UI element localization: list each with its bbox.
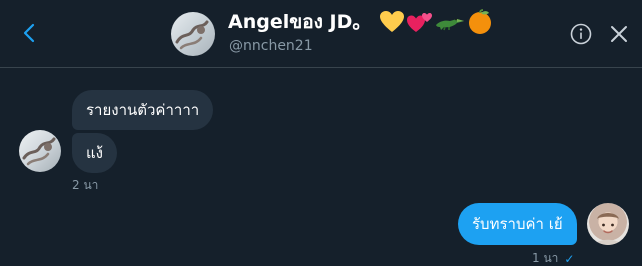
conversation-header: Angelของ JD。 @nnchen21 [0,0,642,68]
avatar-photo [595,213,621,245]
back-button[interactable] [14,18,44,48]
name-emojis [379,9,493,35]
contact-title[interactable]: Angelของ JD。 [228,8,493,36]
contact-name: Angelของ JD。 [228,11,372,33]
yellow-heart-icon [380,11,405,32]
sender-avatar[interactable] [19,130,61,172]
avatar-photo [22,137,56,166]
outgoing-message[interactable]: รับทราบค่า เย้ [458,203,577,245]
tangerine-icon [469,9,492,34]
info-icon [570,23,592,45]
contact-handle[interactable]: @nnchen21 [229,38,313,54]
close-button[interactable] [606,21,632,47]
crocodile-icon [436,18,465,31]
chevron-left-icon [23,23,35,43]
contact-avatar[interactable] [171,12,215,56]
my-avatar[interactable] [587,203,629,245]
two-hearts-icon [407,13,433,32]
timestamp-text: 1 นา [532,251,559,265]
message-timestamp: 1 นา ✓ [532,249,574,266]
incoming-message[interactable]: แง้ [72,133,117,173]
info-button[interactable] [569,22,593,46]
close-icon [611,26,627,42]
read-check-icon: ✓ [564,251,575,266]
avatar-photo [175,20,209,50]
message-timestamp: 2 นา [72,178,99,192]
incoming-message[interactable]: รายงานตัวค่าาาา [72,90,214,130]
